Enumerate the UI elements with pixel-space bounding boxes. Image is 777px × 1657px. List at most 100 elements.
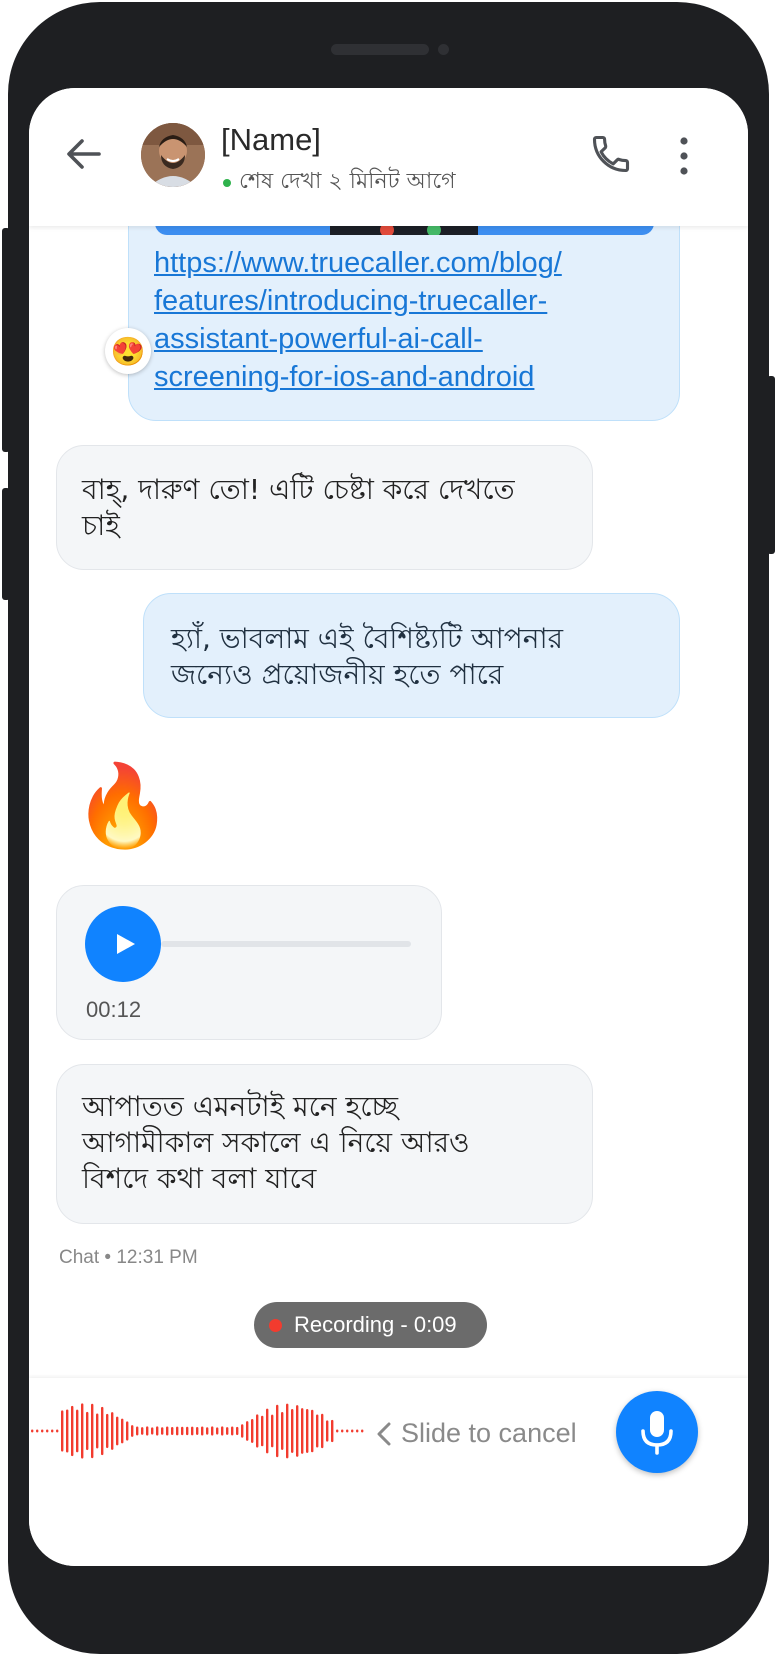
waveform-bar xyxy=(131,1425,134,1437)
waveform-bar xyxy=(56,1429,59,1433)
waveform-bar xyxy=(221,1426,224,1436)
waveform-bar xyxy=(296,1405,299,1457)
side-button xyxy=(2,488,10,600)
waveform-bar xyxy=(86,1411,89,1451)
waveform-bar xyxy=(306,1409,309,1453)
chat-screen: [Name] শেষ দেখা ২ মিনিট আগে https://www.… xyxy=(29,88,748,1566)
waveform-bar xyxy=(211,1426,214,1436)
waveform-bar xyxy=(361,1429,364,1433)
waveform-bar xyxy=(81,1403,84,1459)
waveform-bar xyxy=(256,1414,259,1448)
message-text-line: আপাতত এমনটাই মনে হচ্ছে xyxy=(82,1090,398,1123)
waveform-bar xyxy=(156,1426,159,1436)
waveform-bar xyxy=(166,1426,169,1436)
message-text-line: চাই xyxy=(82,509,120,542)
play-button[interactable] xyxy=(85,906,161,982)
waveform-bar xyxy=(311,1409,314,1453)
reaction-badge[interactable]: 😍 xyxy=(105,328,151,374)
waveform-bar xyxy=(141,1427,144,1435)
front-camera xyxy=(438,44,449,55)
message-text-line: জন্যেও প্রয়োজনীয় হতে পারে xyxy=(171,658,504,691)
fire-emoji-icon: 🔥 xyxy=(73,761,173,850)
message-list: https://www.truecaller.com/blog/ feature… xyxy=(29,226,748,1459)
waveform-bar xyxy=(91,1403,94,1459)
waveform-bar xyxy=(246,1421,249,1441)
waveform-bar xyxy=(281,1412,284,1450)
link-text[interactable]: https://www.truecaller.com/blog/ feature… xyxy=(154,244,562,396)
slide-to-cancel-label: Slide to cancel xyxy=(401,1418,577,1448)
waveform-bar xyxy=(36,1429,39,1433)
recording-indicator: Recording - 0:09 xyxy=(254,1302,487,1348)
recording-dot-icon xyxy=(269,1318,282,1332)
waveform-bar xyxy=(106,1413,109,1449)
waveform-bar xyxy=(266,1408,269,1454)
incoming-message-bubble[interactable]: বাহ্, দারুণ তো! এটি চেষ্টা করে দেখতে চাই xyxy=(56,445,593,570)
waveform-bar xyxy=(186,1426,189,1436)
waveform-bar xyxy=(251,1418,254,1444)
link-line[interactable]: features/introducing-truecaller- xyxy=(154,282,562,320)
outgoing-message-bubble[interactable]: হ্যাঁ, ভাবলাম এই বৈশিষ্ট্যটি আপনার জন্যে… xyxy=(143,593,680,718)
waveform-bar xyxy=(176,1426,179,1436)
slide-to-cancel[interactable]: Slide to cancel xyxy=(375,1418,577,1449)
chevron-left-icon xyxy=(377,1422,391,1445)
waveform-bar xyxy=(96,1413,99,1449)
waveform-bar xyxy=(316,1414,319,1448)
waveform-bar xyxy=(321,1413,324,1449)
voice-message-bubble[interactable]: 00:12 xyxy=(56,885,442,1040)
waveform-bar xyxy=(271,1414,274,1448)
mic-record-button[interactable] xyxy=(616,1391,698,1473)
waveform-icon xyxy=(31,1403,364,1459)
power-button xyxy=(767,376,775,554)
message-text-line: বিশদে কথা বলা যাবে xyxy=(82,1162,317,1195)
waveform-bar xyxy=(231,1426,234,1436)
link-line[interactable]: https://www.truecaller.com/blog/ xyxy=(154,244,562,282)
waveform-bar xyxy=(66,1409,69,1453)
link-preview-image[interactable] xyxy=(155,226,654,235)
phone-call-icon[interactable] xyxy=(589,132,633,176)
heart-eyes-emoji-icon: 😍 xyxy=(110,335,146,367)
waveform-bar xyxy=(261,1415,264,1447)
waveform-bar xyxy=(161,1427,164,1435)
waveform-bar xyxy=(201,1426,204,1436)
contact-name[interactable]: [Name] xyxy=(221,122,321,158)
side-button xyxy=(2,228,10,452)
waveform-bar xyxy=(356,1429,359,1433)
waveform-bar xyxy=(181,1426,184,1436)
incoming-message-bubble[interactable]: আপাতত এমনটাই মনে হচ্ছে আগামীকাল সকালে এ … xyxy=(56,1064,593,1224)
link-line[interactable]: screening-for-ios-and-android xyxy=(154,358,562,396)
waveform-bar xyxy=(196,1426,199,1436)
waveform-bar xyxy=(41,1429,44,1433)
waveform-bar xyxy=(326,1420,329,1442)
waveform-bar xyxy=(31,1429,34,1433)
waveform-bar xyxy=(336,1429,339,1433)
waveform-bar xyxy=(76,1409,79,1453)
waveform-bar xyxy=(331,1419,334,1443)
more-options-icon[interactable] xyxy=(677,136,691,176)
emoji-message[interactable]: 🔥 xyxy=(73,758,173,854)
play-icon xyxy=(117,934,135,954)
waveform-bar xyxy=(346,1429,349,1433)
chat-header: [Name] শেষ দেখা ২ মিনিট আগে xyxy=(29,88,748,226)
message-text-line: বাহ্, দারুণ তো! এটি চেষ্টা করে দেখতে xyxy=(82,473,515,506)
online-dot-icon xyxy=(223,178,231,187)
waveform-bar xyxy=(111,1412,114,1450)
back-arrow-icon[interactable] xyxy=(63,134,103,174)
waveform-bar xyxy=(341,1429,344,1433)
waveform-bar xyxy=(121,1418,124,1444)
link-line[interactable]: assistant-powerful-ai-call- xyxy=(154,320,562,358)
recording-label: Recording - 0:09 xyxy=(294,1312,457,1337)
link-message-bubble[interactable]: https://www.truecaller.com/blog/ feature… xyxy=(128,226,680,421)
audio-progress-track[interactable] xyxy=(161,941,411,947)
waveform-bar xyxy=(101,1406,104,1456)
message-text-line: হ্যাঁ, ভাবলাম এই বৈশিষ্ট্যটি আপনার xyxy=(171,622,563,655)
avatar[interactable] xyxy=(141,123,205,187)
waveform-bar xyxy=(301,1408,304,1454)
waveform-bar xyxy=(171,1426,174,1436)
waveform-bar xyxy=(61,1410,64,1452)
waveform-bar xyxy=(151,1427,154,1435)
waveform-bar xyxy=(236,1426,239,1436)
voice-duration: 00:12 xyxy=(86,997,142,1022)
waveform-bar xyxy=(226,1427,229,1435)
waveform-bar xyxy=(116,1416,119,1446)
earpiece-speaker xyxy=(331,44,429,55)
